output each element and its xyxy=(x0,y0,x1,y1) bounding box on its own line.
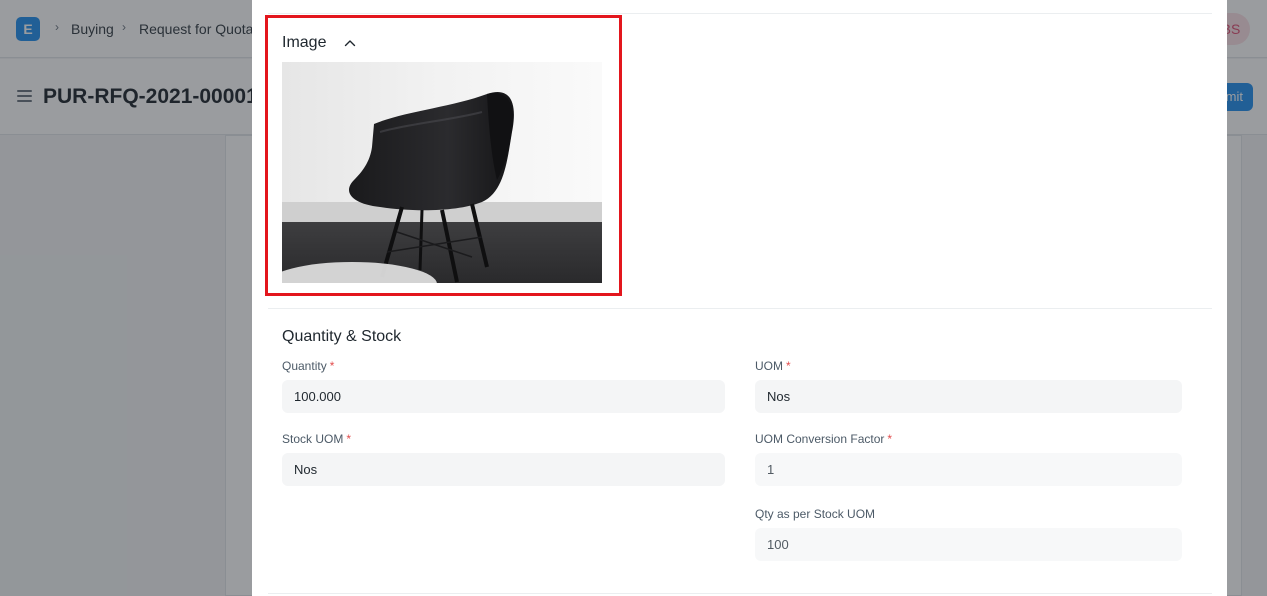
required-marker: * xyxy=(786,359,791,373)
required-marker: * xyxy=(346,432,352,446)
quantity-label: Quantity * xyxy=(282,359,335,373)
qty-stock-uom-field[interactable]: 100 xyxy=(755,528,1182,561)
uom-field[interactable]: Nos xyxy=(755,380,1182,413)
image-section-title[interactable]: Image xyxy=(282,34,326,52)
quantity-field[interactable]: 100.000 xyxy=(282,380,725,413)
uom-label: UOM * xyxy=(755,359,791,373)
conversion-factor-label: UOM Conversion Factor * xyxy=(755,432,893,446)
stock-uom-label: Stock UOM * xyxy=(282,432,352,446)
required-marker: * xyxy=(329,359,335,373)
quantity-section-title: Quantity & Stock xyxy=(282,328,402,345)
divider xyxy=(268,593,1212,594)
conversion-factor-field[interactable]: 1 xyxy=(755,453,1182,486)
chevron-up-icon[interactable] xyxy=(344,39,356,47)
item-image xyxy=(282,62,602,283)
divider xyxy=(268,308,1212,309)
divider xyxy=(268,13,1212,14)
item-dialog: Image Quantity & Stock Quantity * 100.00… xyxy=(252,0,1227,596)
stock-uom-field[interactable]: Nos xyxy=(282,453,725,486)
qty-stock-uom-label: Qty as per Stock UOM xyxy=(755,507,876,521)
required-marker: * xyxy=(887,432,893,446)
